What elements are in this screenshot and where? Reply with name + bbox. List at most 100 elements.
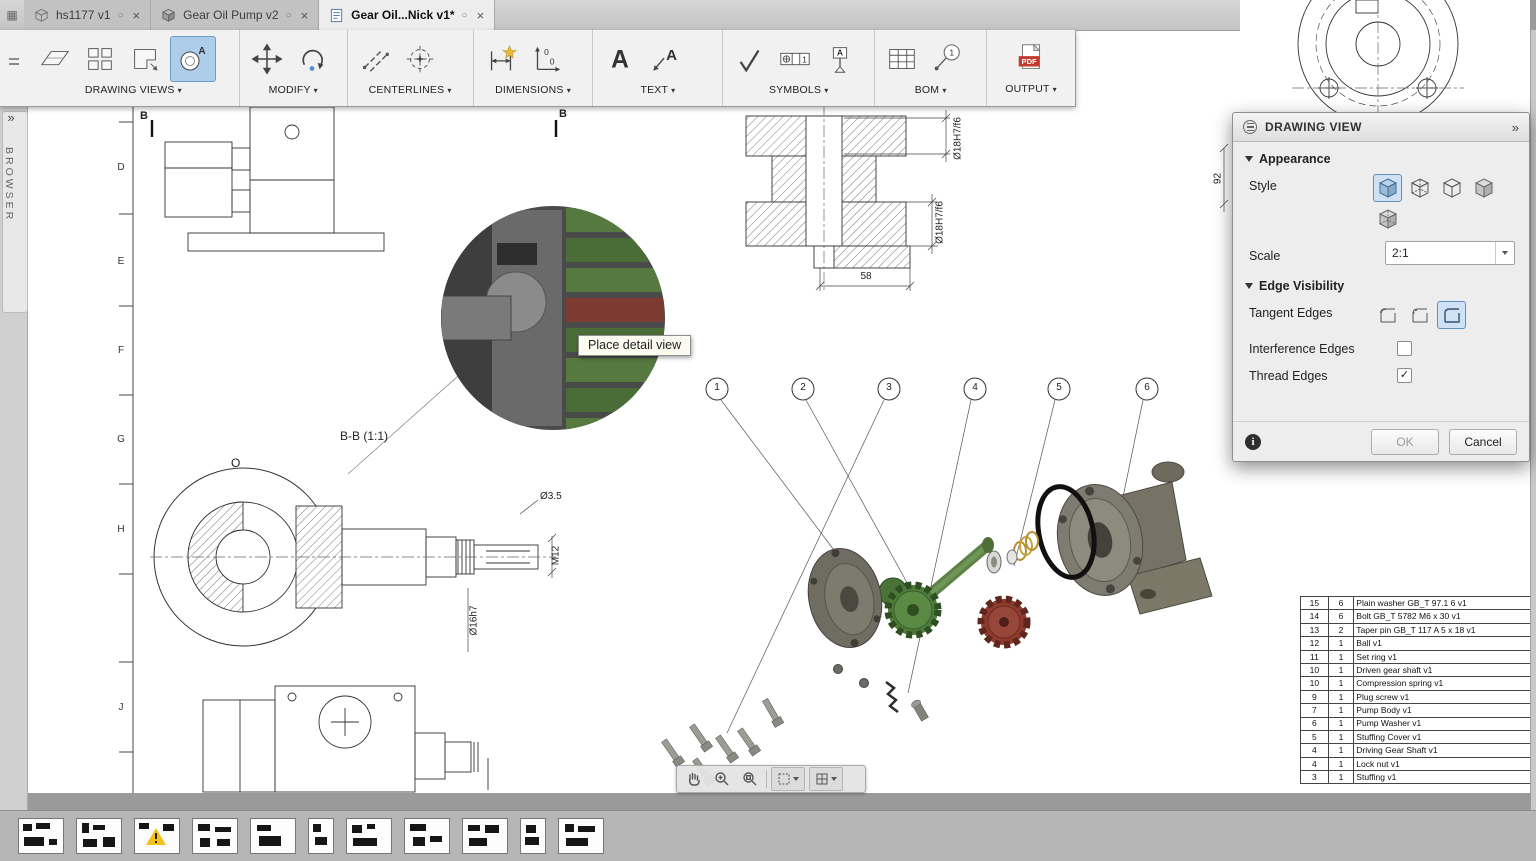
table-row[interactable]: 61Pump Washer v1: [1301, 717, 1536, 730]
thread-edges-checkbox[interactable]: ✓: [1397, 368, 1412, 383]
sheet-thumbnail-warning[interactable]: [134, 818, 180, 854]
display-settings-button[interactable]: [809, 767, 843, 791]
table-row[interactable]: 71Pump Body v1: [1301, 704, 1536, 717]
projected-view-icon: [83, 42, 117, 76]
scrollbar[interactable]: [1530, 30, 1536, 810]
table-row[interactable]: 31Stuffing v1: [1301, 771, 1536, 784]
grid-settings-button[interactable]: [771, 767, 805, 791]
symbols-menu[interactable]: SYMBOLS ▾: [723, 84, 874, 106]
table-row[interactable]: 41Driving Gear Shaft v1: [1301, 744, 1536, 757]
datum-button[interactable]: A: [820, 36, 860, 82]
cube-shaded-hidden-icon: [1377, 207, 1399, 231]
balloon[interactable]: 2: [792, 382, 814, 393]
style-wireframe-button[interactable]: [1405, 174, 1434, 202]
pan-button[interactable]: [682, 768, 706, 790]
style-shaded-hidden-edges-button[interactable]: [1373, 205, 1402, 233]
sheet-thumbnail[interactable]: [404, 818, 450, 854]
table-row[interactable]: 101Compression spring v1: [1301, 677, 1536, 690]
style-visible-edges-button[interactable]: [1437, 174, 1466, 202]
projected-view-button[interactable]: [80, 36, 120, 82]
table-button[interactable]: [882, 36, 922, 82]
sheet-thumbnail[interactable]: [520, 818, 546, 854]
center-mark-button[interactable]: [400, 36, 440, 82]
edge-visibility-section-header[interactable]: Edge Visibility: [1233, 269, 1529, 297]
table-row[interactable]: 41Lock nut v1: [1301, 757, 1536, 770]
cube-shaded-icon: [1473, 176, 1495, 200]
scale-select[interactable]: 2:1: [1385, 241, 1515, 265]
tangent-shortened-button[interactable]: [1405, 301, 1434, 329]
centerlines-menu[interactable]: CENTERLINES ▾: [348, 84, 473, 106]
interference-edges-checkbox[interactable]: [1397, 341, 1412, 356]
style-shaded-button[interactable]: [1469, 174, 1498, 202]
text-button[interactable]: A: [600, 36, 640, 82]
cancel-button[interactable]: Cancel: [1449, 429, 1517, 455]
sheet-thumbnail[interactable]: [346, 818, 392, 854]
dimension-label: Ø16h7: [469, 597, 480, 645]
doc-tab-gear-oil-nick-active[interactable]: Gear Oil...Nick v1* ○ ×: [319, 0, 495, 30]
move-button[interactable]: [247, 36, 287, 82]
browser-expand-button[interactable]: »: [0, 110, 22, 125]
doc-tab-hs1177[interactable]: hs1177 v1 ○ ×: [24, 0, 151, 30]
sheet-thumbnail[interactable]: [250, 818, 296, 854]
table-row[interactable]: 111Set ring v1: [1301, 650, 1536, 663]
sheet-thumbnail[interactable]: [18, 818, 64, 854]
sheet-thumbnail[interactable]: [308, 818, 334, 854]
section-view-button[interactable]: [125, 36, 165, 82]
table-row[interactable]: 156Plain washer GB_T 97.1 6 v1: [1301, 597, 1536, 610]
style-shaded-edges-button[interactable]: [1373, 174, 1402, 202]
sheet-thumbnail[interactable]: [558, 818, 604, 854]
dialog-dock-icon[interactable]: »: [1512, 120, 1519, 135]
tab-title: Gear Oil...Nick v1*: [351, 8, 454, 22]
surface-texture-button[interactable]: [730, 36, 770, 82]
leader-text-button[interactable]: A: [645, 36, 685, 82]
balloon-button[interactable]: 1: [927, 36, 967, 82]
table-row[interactable]: 121Ball v1: [1301, 637, 1536, 650]
table-row[interactable]: 132Taper pin GB_T 117 A 5 x 18 v1: [1301, 623, 1536, 636]
panel-grip[interactable]: [0, 30, 28, 106]
modify-menu[interactable]: MODIFY ▾: [240, 84, 347, 106]
sheet-thumbnail[interactable]: [462, 818, 508, 854]
tangent-full-button[interactable]: [1373, 301, 1402, 329]
balloon[interactable]: 3: [878, 382, 900, 393]
style-label: Style: [1249, 174, 1373, 193]
close-icon[interactable]: ×: [301, 8, 309, 23]
hand-icon: [685, 770, 703, 788]
toolbar-group-dimensions: 00 DIMENSIONS ▾: [474, 30, 594, 106]
table-row[interactable]: 91Plug screw v1: [1301, 690, 1536, 703]
sheet-thumbnail[interactable]: [76, 818, 122, 854]
table-row[interactable]: 51Stuffing Cover v1: [1301, 730, 1536, 743]
balloon[interactable]: 6: [1136, 382, 1158, 393]
chevron-down-icon: [1245, 156, 1253, 162]
info-icon[interactable]: i: [1245, 434, 1261, 450]
tab-list-icon[interactable]: ▦: [0, 0, 24, 30]
zoom-button[interactable]: [710, 768, 734, 790]
text-menu[interactable]: TEXT ▾: [593, 84, 722, 106]
tangent-off-button-selected[interactable]: [1437, 301, 1466, 329]
dimensions-menu[interactable]: DIMENSIONS ▾: [474, 84, 593, 106]
balloon[interactable]: 1: [706, 382, 728, 393]
feature-control-frame-button[interactable]: 1: [775, 36, 815, 82]
dialog-title-bar[interactable]: DRAWING VIEW »: [1233, 113, 1529, 142]
output-menu[interactable]: OUTPUT ▾: [987, 83, 1075, 106]
zoom-window-button[interactable]: [738, 768, 762, 790]
sheet-thumbnail[interactable]: [192, 818, 238, 854]
detail-view-button-selected[interactable]: A: [170, 36, 216, 82]
table-row[interactable]: 101Driven gear shaft v1: [1301, 663, 1536, 676]
dimension-button[interactable]: [481, 36, 521, 82]
output-pdf-button[interactable]: PDF: [1011, 35, 1051, 81]
chevron-down-icon: [1495, 242, 1514, 264]
centerline-button[interactable]: [355, 36, 395, 82]
close-icon[interactable]: ×: [133, 8, 141, 23]
ok-button[interactable]: OK: [1371, 429, 1439, 455]
close-icon[interactable]: ×: [477, 8, 485, 23]
balloon[interactable]: 4: [964, 382, 986, 393]
base-view-button[interactable]: [35, 36, 75, 82]
table-row[interactable]: 146Bolt GB_T 5782 M6 x 30 v1: [1301, 610, 1536, 623]
appearance-section-header[interactable]: Appearance: [1233, 142, 1529, 170]
ordinate-dimension-button[interactable]: 00: [526, 36, 566, 82]
bom-menu[interactable]: BOM ▾: [875, 84, 986, 106]
doc-tab-gear-oil-pump[interactable]: Gear Oil Pump v2 ○ ×: [151, 0, 319, 30]
balloon[interactable]: 5: [1048, 382, 1070, 393]
drawing-views-menu[interactable]: DRAWING VIEWS ▾: [28, 84, 239, 106]
rotate-button[interactable]: [292, 36, 332, 82]
